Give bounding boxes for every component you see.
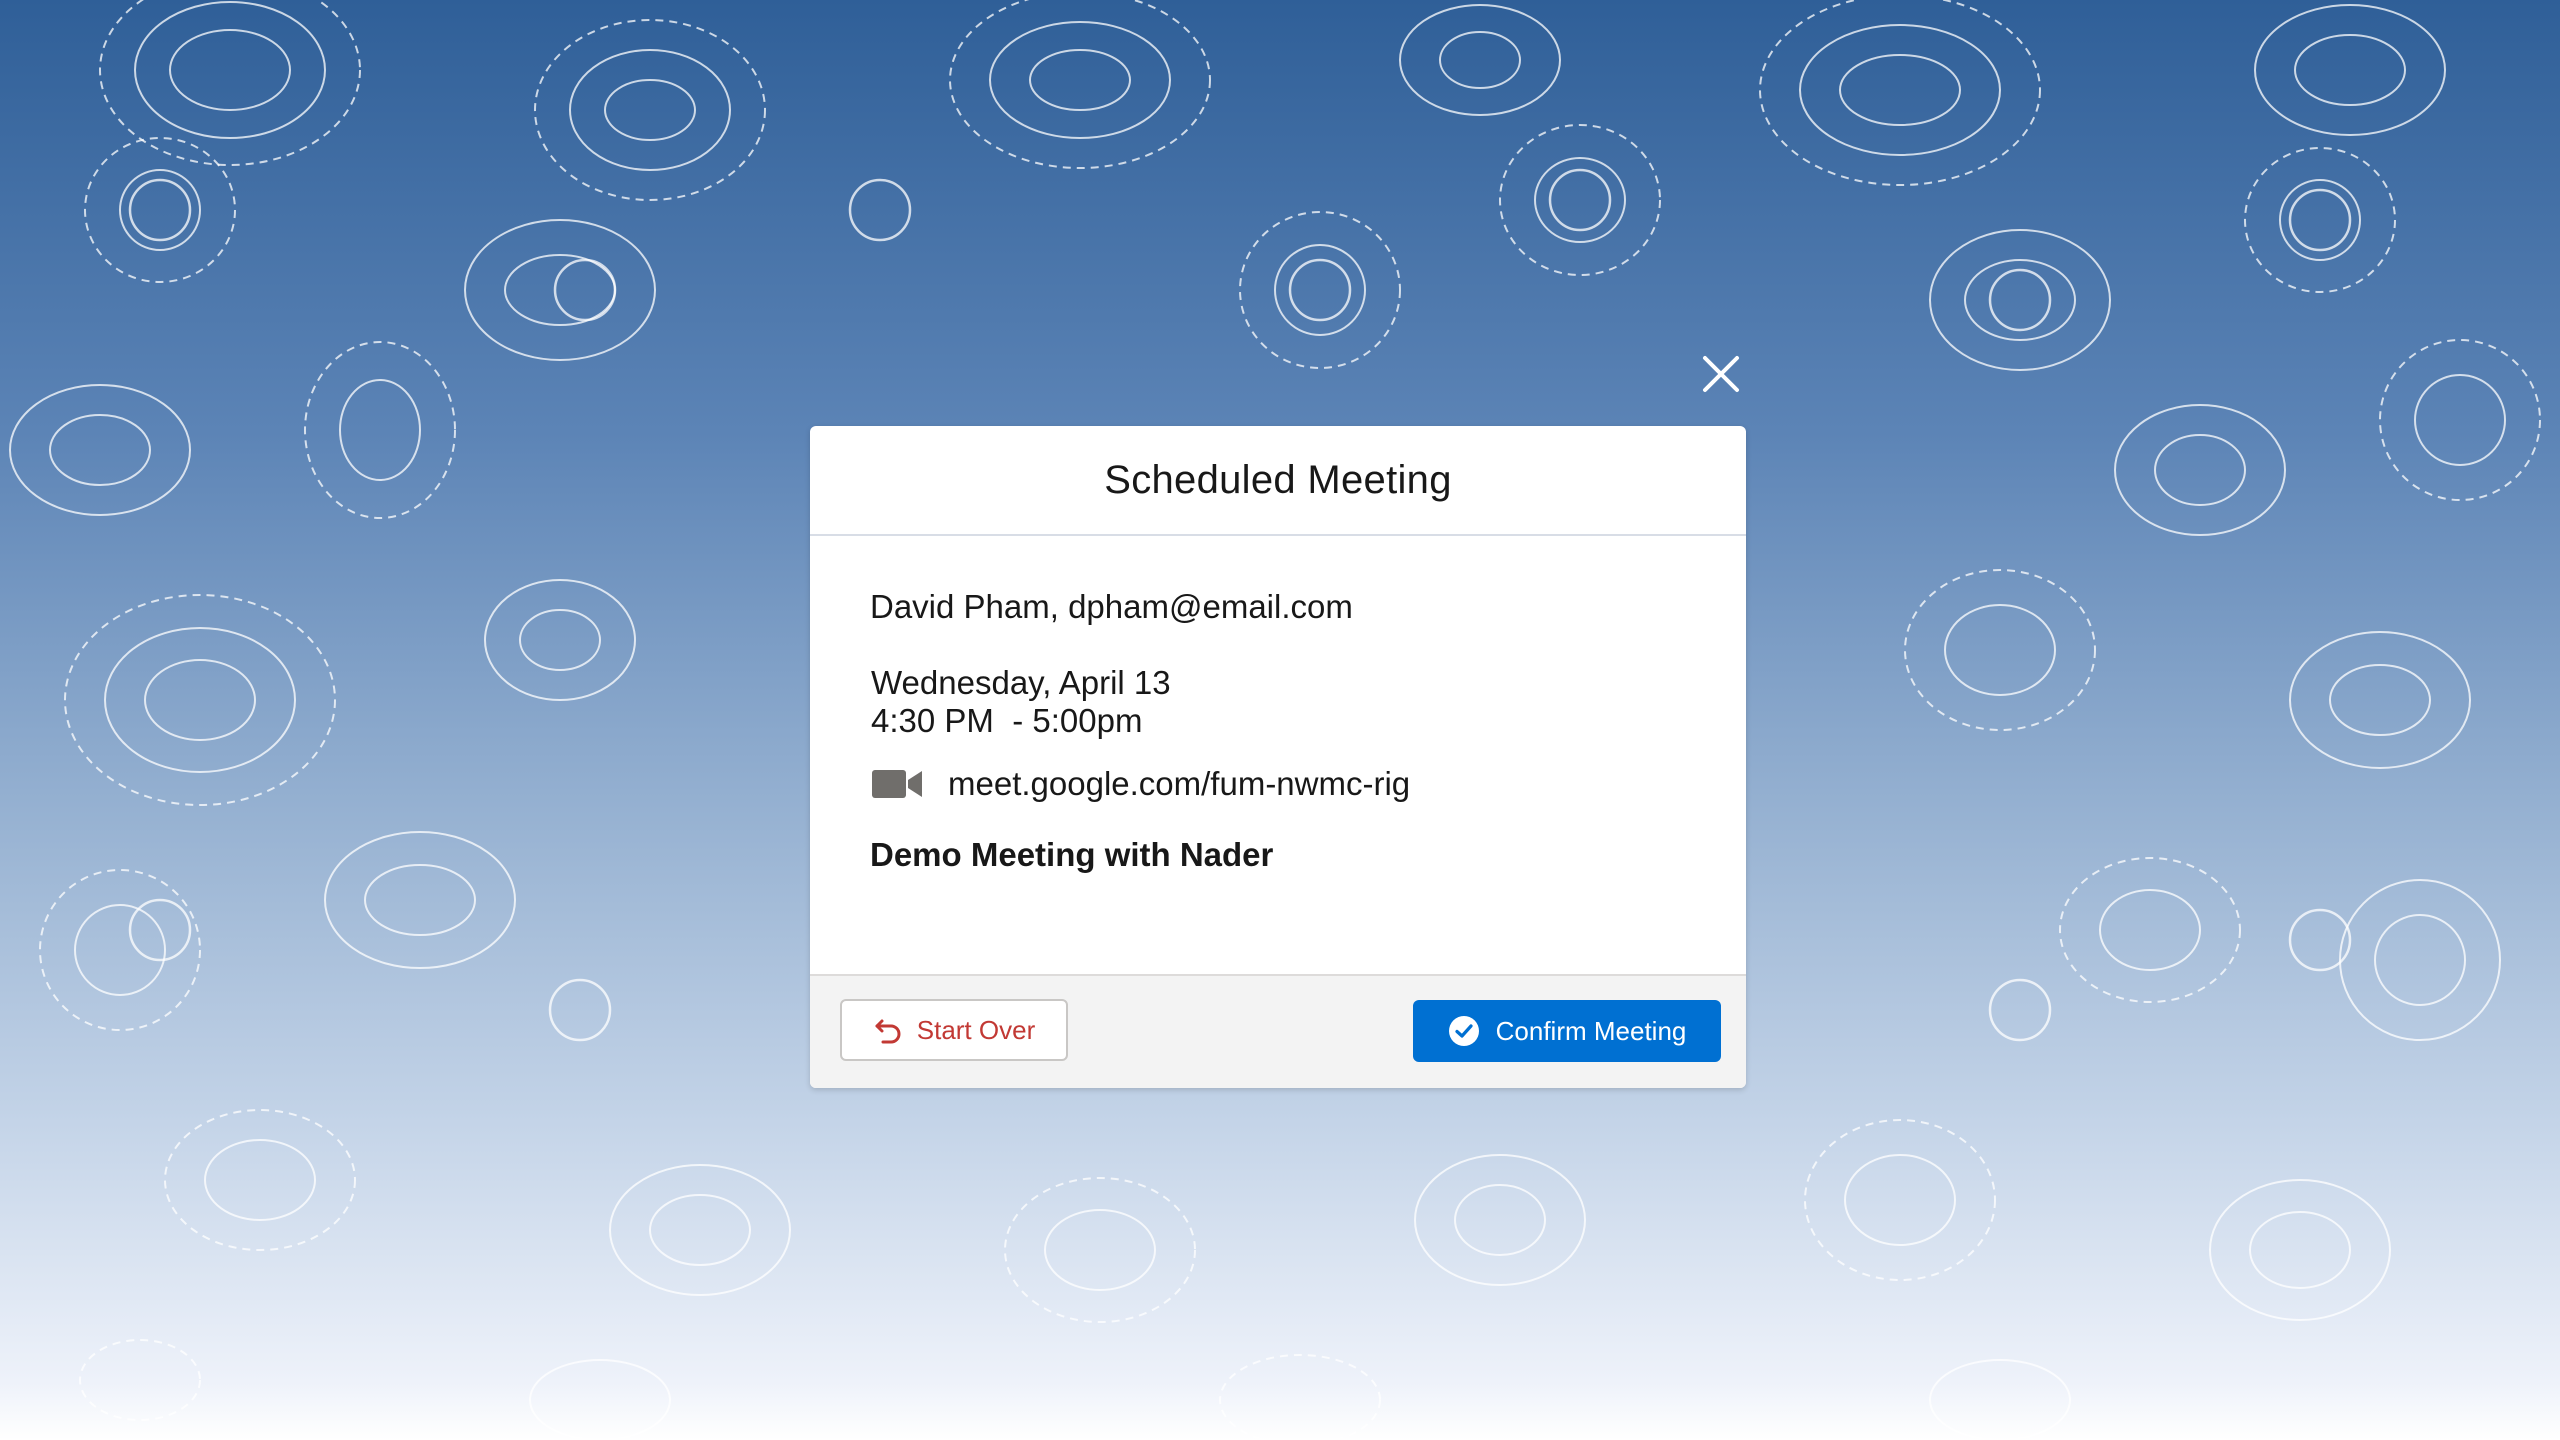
meeting-subject: Demo Meeting with Nader	[870, 836, 1274, 873]
meeting-date: Wednesday, April 13	[871, 664, 1171, 701]
start-over-label: Start Over	[916, 1014, 1036, 1045]
modal-title: Scheduled Meeting	[1104, 457, 1452, 502]
undo-icon	[875, 1019, 901, 1044]
attendee-info: David Pham, dpham@email.com	[870, 588, 1353, 625]
meeting-link-row: meet.google.com/fum-nwmc-rig	[872, 760, 1410, 808]
confirm-meeting-label: Confirm Meeting	[1495, 1015, 1687, 1046]
meeting-link[interactable]: meet.google.com/fum-nwmc-rig	[948, 765, 1410, 803]
modal-footer: Start Over Confirm Meeting	[810, 974, 1746, 1088]
close-button[interactable]	[1693, 346, 1749, 402]
confirm-meeting-button[interactable]: Confirm Meeting	[1413, 1000, 1721, 1062]
close-icon	[1703, 356, 1739, 392]
modal-header: Scheduled Meeting	[810, 426, 1746, 536]
check-circle-icon	[1448, 1016, 1479, 1046]
modal-body: David Pham, dpham@email.com Wednesday, A…	[810, 536, 1746, 900]
start-over-button[interactable]: Start Over	[840, 999, 1068, 1061]
meeting-time: 4:30 PM - 5:00pm	[871, 702, 1143, 739]
scheduled-meeting-modal: Scheduled Meeting David Pham, dpham@emai…	[810, 426, 1746, 1088]
video-camera-icon	[872, 764, 924, 804]
